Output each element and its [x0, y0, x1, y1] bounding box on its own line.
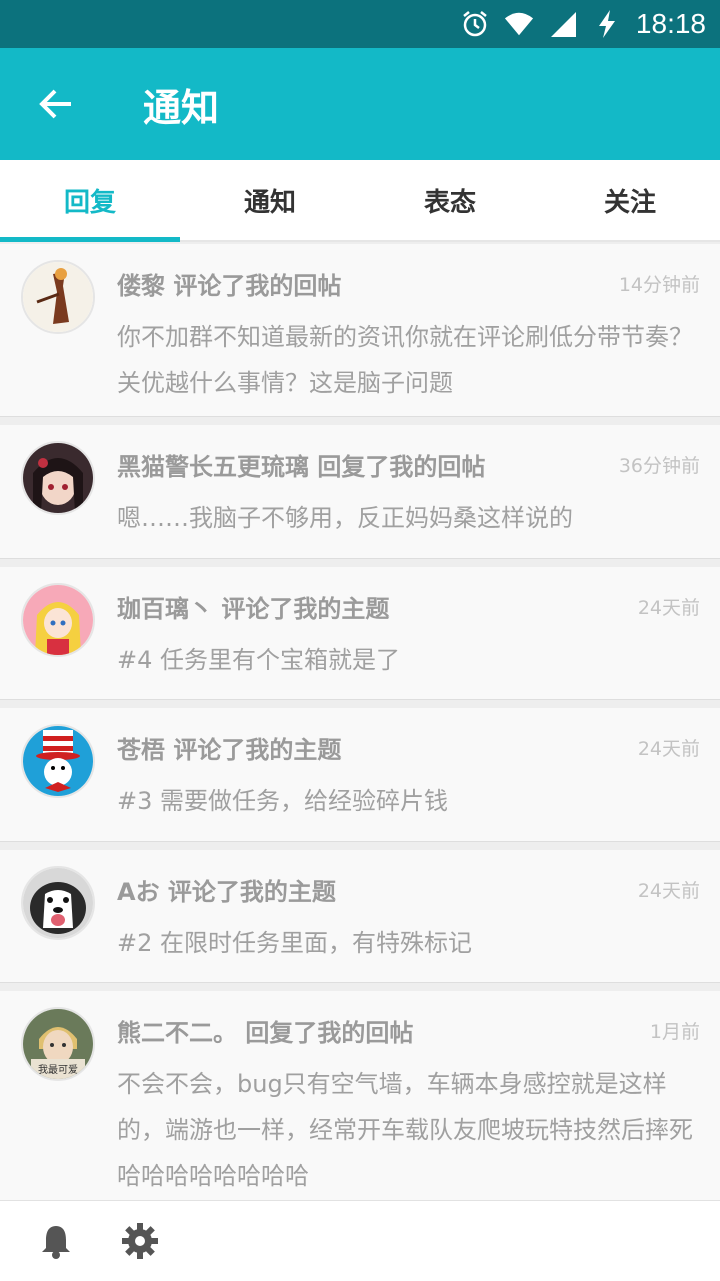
- battery-charging-icon: [592, 9, 622, 39]
- tab-reactions[interactable]: 表态: [360, 160, 540, 240]
- status-time: 18:18: [635, 8, 706, 39]
- notification-author: 偻黎 评论了我的回帖: [117, 272, 342, 300]
- bottom-bar: [0, 1200, 720, 1281]
- tab-notifications[interactable]: 通知: [180, 160, 360, 240]
- notification-author: Aお 评论了我的主题: [117, 878, 336, 906]
- list-item[interactable]: 我最可爱 熊二不二。 回复了我的回帖 1月前 不会不会，bug只有空气墙，车辆本…: [0, 991, 720, 1211]
- notification-content: #2 在限时任务里面，有特殊标记: [117, 929, 473, 957]
- list-item[interactable]: 黑猫警长五更琉璃 回复了我的回帖 36分钟前 嗯……我脑子不够用，反正妈妈桑这样…: [0, 425, 720, 559]
- list-item[interactable]: 偻黎 评论了我的回帖 14分钟前 你不加群不知道最新的资讯你就在评论刷低分带节奏…: [0, 244, 720, 417]
- notification-author: 熊二不二。 回复了我的回帖: [117, 1019, 414, 1047]
- avatar[interactable]: [21, 260, 95, 334]
- alarm-icon: [460, 9, 490, 39]
- status-bar: 18:18: [0, 0, 720, 48]
- notification-content: #3 需要做任务，给经验碎片钱: [117, 787, 449, 815]
- avatar[interactable]: [21, 866, 95, 940]
- notification-author: 苍梧 评论了我的主题: [117, 736, 342, 764]
- tab-bar: 回复 通知 表态 关注: [0, 160, 720, 242]
- arrow-left-icon: [39, 89, 71, 119]
- notification-time: 24天前: [637, 880, 700, 902]
- list-item[interactable]: 苍梧 评论了我的主题 24天前 #3 需要做任务，给经验碎片钱: [0, 708, 720, 842]
- notification-time: 14分钟前: [618, 274, 700, 296]
- avatar[interactable]: [21, 441, 95, 515]
- avatar[interactable]: [21, 583, 95, 657]
- tab-replies[interactable]: 回复: [0, 160, 180, 242]
- notification-time: 1月前: [649, 1021, 700, 1043]
- avatar[interactable]: 我最可爱: [21, 1007, 95, 1081]
- notification-content: 你不加群不知道最新的资讯你就在评论刷低分带节奏？关优越什么事情？这是脑子问题: [117, 323, 693, 397]
- notification-list: 偻黎 评论了我的回帖 14分钟前 你不加群不知道最新的资讯你就在评论刷低分带节奏…: [0, 244, 720, 1219]
- avatar[interactable]: [21, 724, 95, 798]
- gear-icon[interactable]: [120, 1221, 160, 1261]
- notification-content: 嗯……我脑子不够用，反正妈妈桑这样说的: [117, 504, 573, 532]
- notification-time: 24天前: [637, 738, 700, 760]
- notification-author: 珈百璃丶 评论了我的主题: [117, 595, 390, 623]
- signal-icon: [548, 9, 578, 39]
- notification-time: 24天前: [637, 597, 700, 619]
- tab-follows[interactable]: 关注: [540, 160, 720, 240]
- wifi-icon: [504, 9, 534, 39]
- list-item[interactable]: 珈百璃丶 评论了我的主题 24天前 #4 任务里有个宝箱就是了: [0, 567, 720, 700]
- notification-content: #4 任务里有个宝箱就是了: [117, 646, 401, 674]
- back-button[interactable]: [25, 74, 85, 134]
- notification-time: 36分钟前: [618, 455, 700, 477]
- notification-content: 不会不会，bug只有空气墙，车辆本身感控就是这样的，端游也一样，经常开车载队友爬…: [117, 1070, 693, 1190]
- avatar-text: 我最可爱: [38, 1063, 78, 1076]
- list-item[interactable]: Aお 评论了我的主题 24天前 #2 在限时任务里面，有特殊标记: [0, 850, 720, 983]
- app-bar: 通知: [0, 48, 720, 160]
- page-title: 通知: [143, 85, 220, 130]
- notification-author: 黑猫警长五更琉璃 回复了我的回帖: [117, 453, 486, 481]
- bell-icon[interactable]: [36, 1221, 76, 1261]
